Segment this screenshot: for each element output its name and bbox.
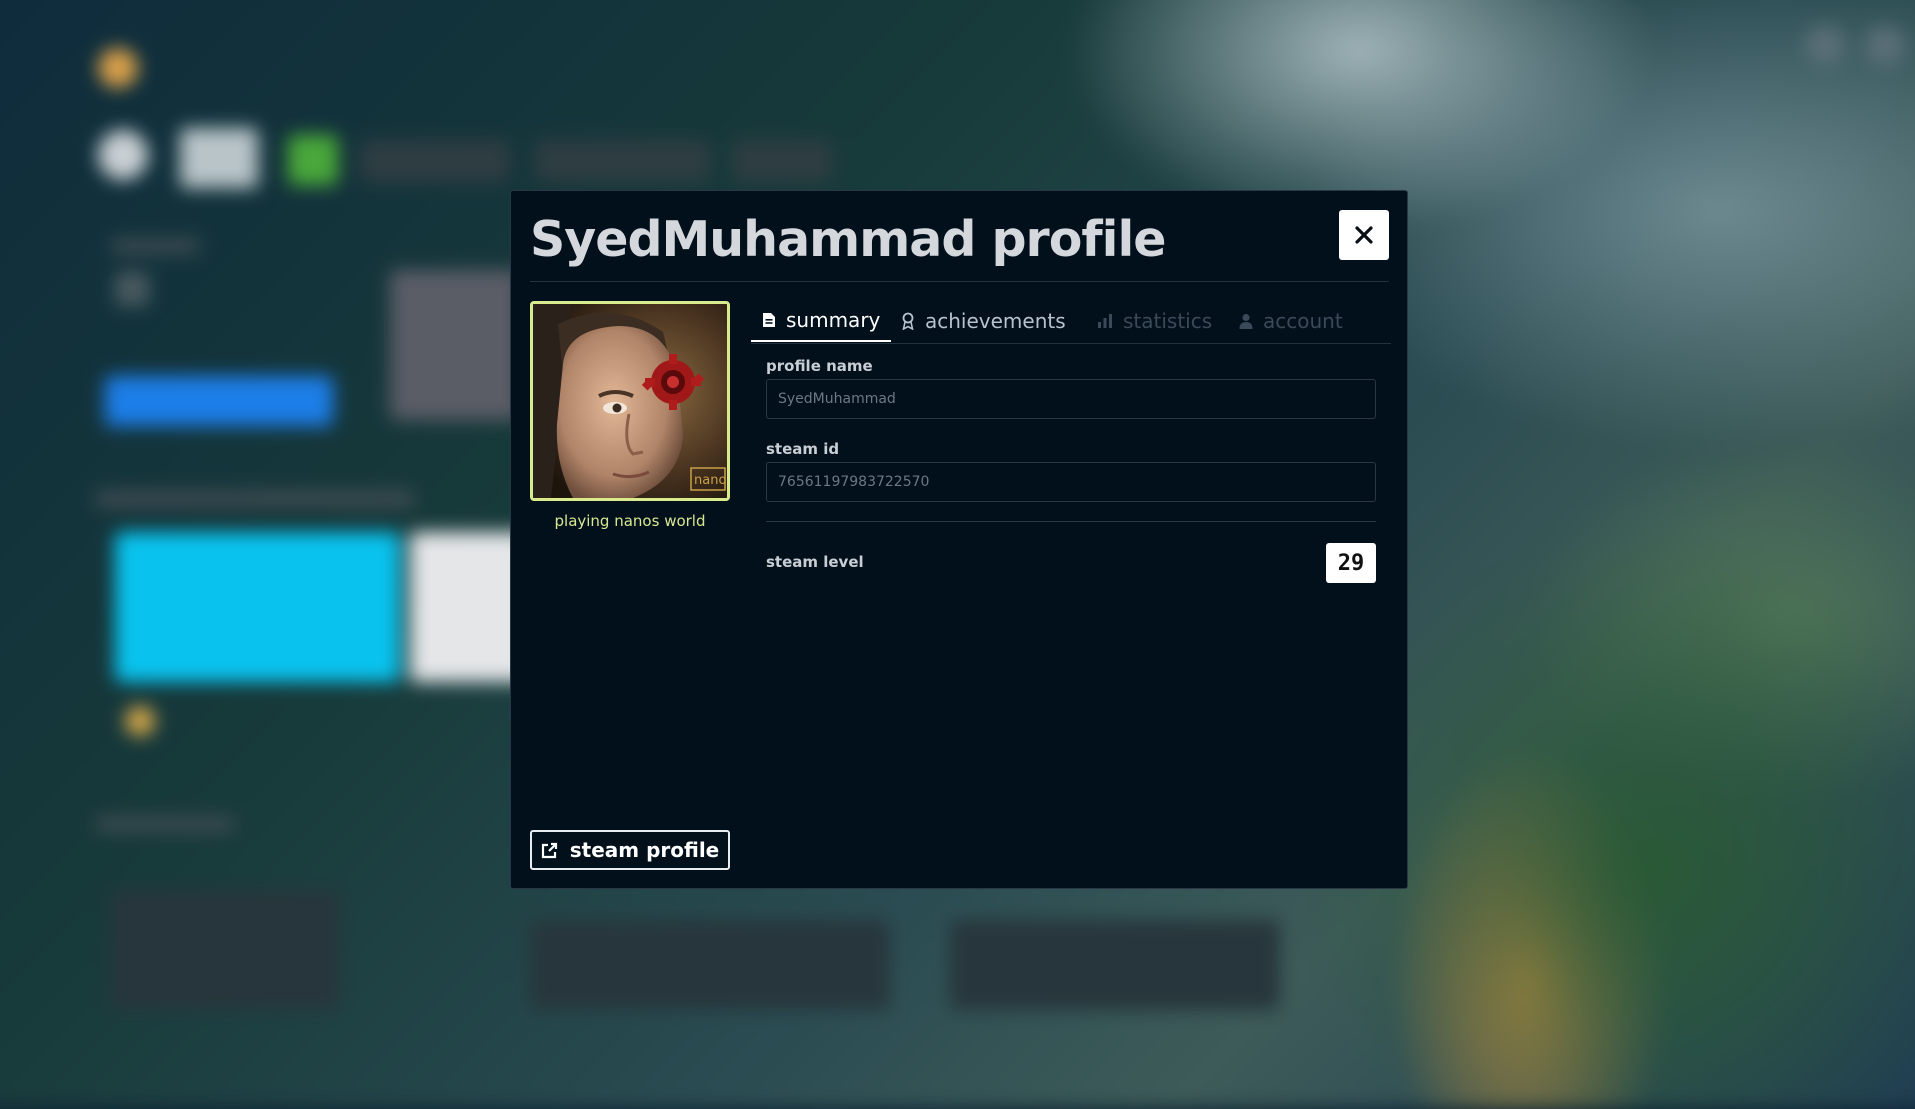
- profile-name-input[interactable]: [766, 379, 1376, 419]
- steam-id-input[interactable]: [766, 462, 1376, 502]
- steam-profile-button[interactable]: steam profile: [530, 830, 730, 870]
- bar-chart-icon: [1098, 314, 1112, 328]
- tab-summary[interactable]: summary: [751, 299, 892, 342]
- svg-text:nano: nano: [694, 473, 726, 488]
- tab-statistics-label: statistics: [1123, 309, 1213, 333]
- tab-achievements-label: achievements: [925, 309, 1066, 333]
- avatar-portrait: nano: [533, 304, 727, 498]
- steam-level-badge: 29: [1326, 543, 1376, 583]
- award-icon: [902, 312, 914, 330]
- tab-statistics: statistics: [1097, 299, 1212, 343]
- close-icon: [1355, 226, 1373, 244]
- tab-achievements[interactable]: achievements: [901, 299, 1066, 343]
- document-icon: [763, 312, 775, 327]
- profile-modal: SyedMuhammad profile nano playing nanos …: [510, 190, 1408, 889]
- close-button[interactable]: [1339, 210, 1389, 260]
- steam-level-label: steam level: [766, 553, 864, 571]
- external-link-icon: [541, 842, 557, 858]
- profile-name-label: profile name: [766, 357, 873, 375]
- tab-summary-label: summary: [786, 307, 881, 332]
- avatar: nano: [530, 301, 730, 501]
- steam-id-label: steam id: [766, 440, 840, 458]
- tab-account: account: [1239, 299, 1343, 343]
- title-divider: [530, 281, 1389, 282]
- user-icon: [1239, 314, 1253, 329]
- tab-account-label: account: [1263, 309, 1343, 333]
- form-divider: [766, 521, 1376, 522]
- steam-profile-button-label: steam profile: [569, 838, 720, 862]
- modal-title: SyedMuhammad profile: [530, 211, 1166, 268]
- profile-tabs: summary achievements statistics account: [751, 299, 1391, 344]
- profile-status: playing nanos world: [554, 512, 706, 530]
